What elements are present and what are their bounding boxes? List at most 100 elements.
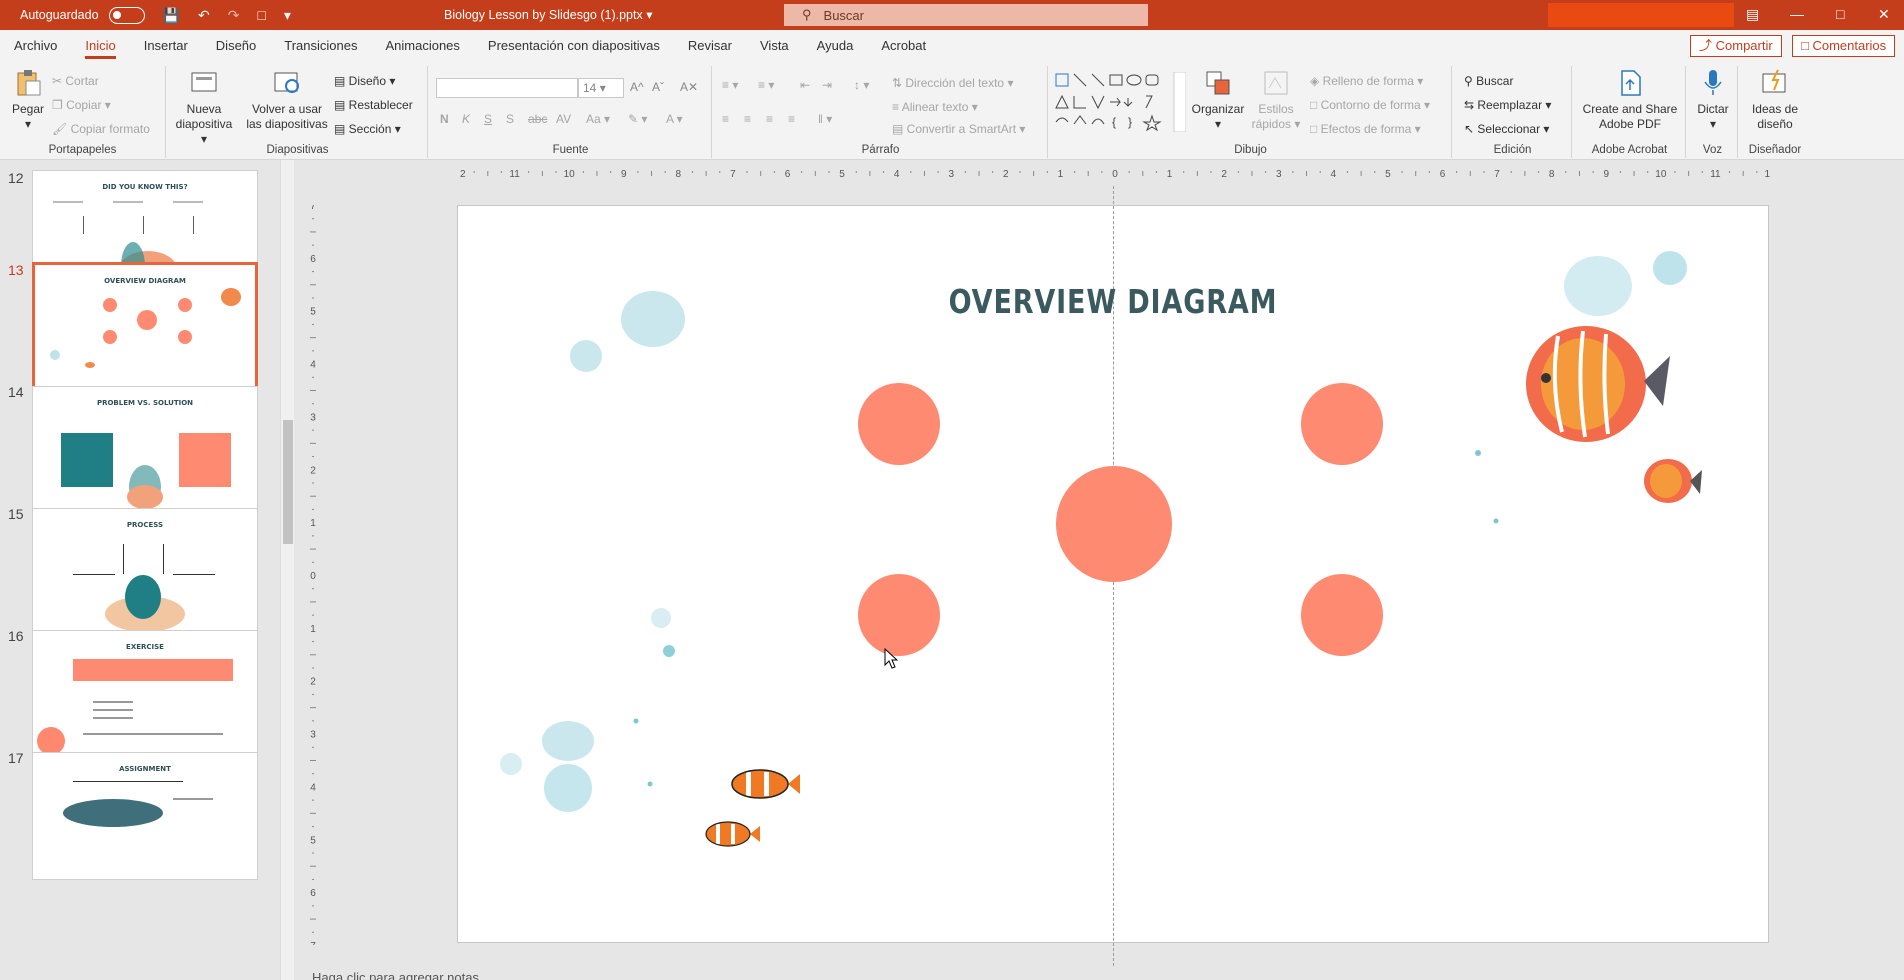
shape-effects-button[interactable]: □ Efectos de forma ▾ xyxy=(1310,122,1421,136)
bullets-icon[interactable]: ≡ ▾ xyxy=(722,78,738,92)
numbering-icon[interactable]: ≡ ▾ xyxy=(758,78,774,92)
share-button[interactable]: ⤴ Compartir xyxy=(1690,35,1782,57)
tab-revisar[interactable]: Revisar xyxy=(674,30,746,62)
clear-format-icon[interactable]: A✕ xyxy=(680,80,698,94)
spacing-icon[interactable]: AV xyxy=(556,112,571,126)
close-icon[interactable]: ✕ xyxy=(1878,6,1890,23)
create-pdf-button[interactable]: Create and Share Adobe PDF xyxy=(1576,68,1684,132)
ruler-label: 1 xyxy=(1058,169,1064,180)
decrease-indent-icon[interactable]: ⇤ xyxy=(800,78,810,92)
ruler-tick xyxy=(310,654,316,656)
shapes-gallery[interactable]: { } xyxy=(1054,72,1186,132)
reset-button[interactable]: ▤ Restablecer xyxy=(334,98,413,112)
tab-insertar[interactable]: Insertar xyxy=(130,30,202,62)
ruler-tick xyxy=(312,376,314,378)
tab-diseno[interactable]: Diseño xyxy=(202,30,270,62)
save-icon[interactable]: 💾 xyxy=(163,7,180,24)
decrease-font-icon[interactable]: Aˇ xyxy=(652,80,664,94)
find-button[interactable]: ⚲ Buscar xyxy=(1464,74,1513,88)
copy-button[interactable]: ❐ Copiar ▾ xyxy=(52,98,111,112)
font-color-icon[interactable]: A ▾ xyxy=(666,112,683,126)
justify-icon[interactable]: ≡ xyxy=(788,112,795,126)
tab-animaciones[interactable]: Animaciones xyxy=(371,30,473,62)
select-button[interactable]: ↖ Seleccionar ▾ xyxy=(1464,122,1549,136)
comments-button[interactable]: □ Comentarios xyxy=(1792,35,1896,57)
thumbnail-slide-13[interactable]: OVERVIEW DIAGRAM xyxy=(32,262,258,396)
document-title[interactable]: Biology Lesson by Slidesgo (1).pptx ▾ xyxy=(444,7,652,22)
group-label-disenador: Diseñador xyxy=(1748,144,1802,156)
dictate-button[interactable]: Dictar ▾ xyxy=(1688,68,1738,132)
tab-archivo[interactable]: Archivo xyxy=(0,30,71,62)
ruler-label: 11 xyxy=(509,169,520,180)
font-size-input[interactable]: 14 ▾ xyxy=(578,78,624,98)
tab-transiciones[interactable]: Transiciones xyxy=(270,30,371,62)
align-right-icon[interactable]: ≡ xyxy=(766,112,773,126)
ruler-tick xyxy=(312,561,314,563)
quick-styles-button[interactable]: Estilos rápidos ▾ xyxy=(1248,68,1304,132)
format-painter-button[interactable]: 🖌 Copiar formato xyxy=(52,122,150,136)
tab-acrobat[interactable]: Acrobat xyxy=(867,30,940,62)
align-left-icon[interactable]: ≡ xyxy=(722,112,729,126)
thumbnail-graphic xyxy=(37,659,233,755)
slide-canvas[interactable]: OVERVIEW DIAGRAM xyxy=(457,186,1769,966)
customize-qat-icon[interactable]: ▾ xyxy=(284,7,291,24)
smartart-button[interactable]: ▤ Convertir a SmartArt ▾ xyxy=(892,122,1025,136)
tab-vista[interactable]: Vista xyxy=(746,30,803,62)
redo-icon[interactable]: ↷ xyxy=(228,7,240,24)
arrange-button[interactable]: Organizar ▾ xyxy=(1190,68,1246,132)
ruler-tick xyxy=(1469,171,1471,176)
thumbnail-scrollbar[interactable] xyxy=(280,160,294,980)
columns-icon[interactable]: ‖ ▾ xyxy=(818,112,832,126)
search-box[interactable]: ⚲ Buscar xyxy=(784,4,1148,26)
search-placeholder: Buscar xyxy=(823,7,864,23)
layout-button[interactable]: ▤ Diseño ▾ xyxy=(334,74,395,88)
editor-scrollbar[interactable] xyxy=(1890,160,1904,980)
increase-indent-icon[interactable]: ⇥ xyxy=(822,78,832,92)
ruler-tick xyxy=(937,171,939,173)
align-text-button[interactable]: ≡ Alinear texto ▾ xyxy=(892,100,978,114)
replace-button[interactable]: ⇆ Reemplazar ▾ xyxy=(1464,98,1551,112)
ruler-tick xyxy=(312,773,314,775)
thumbnail-scrollbar-thumb[interactable] xyxy=(283,420,293,544)
undo-icon[interactable]: ↶ xyxy=(198,7,210,24)
thumbnail-graphic xyxy=(50,288,241,368)
ruler-label: 9 xyxy=(1603,169,1609,180)
shape-outline-button[interactable]: □ Contorno de forma ▾ xyxy=(1310,98,1430,112)
present-icon[interactable]: □ xyxy=(257,7,265,23)
shape-fill-button[interactable]: ◈ Relleno de forma ▾ xyxy=(1310,74,1423,88)
ruler-tick xyxy=(1360,171,1362,176)
cut-button[interactable]: ✂ Cortar xyxy=(52,74,99,88)
ruler-tick xyxy=(312,588,314,590)
tab-presentacion[interactable]: Presentación con diapositivas xyxy=(474,30,674,62)
font-name-input[interactable] xyxy=(436,78,578,98)
tab-ayuda[interactable]: Ayuda xyxy=(803,30,868,62)
strikethrough-icon[interactable]: abc xyxy=(528,112,547,126)
minimize-icon[interactable]: — xyxy=(1790,6,1804,22)
increase-font-icon[interactable]: A^ xyxy=(630,80,644,94)
section-button[interactable]: ▤ Sección ▾ xyxy=(334,122,401,136)
thumbnail-slide-16[interactable]: EXERCISE xyxy=(32,630,258,758)
underline-icon[interactable]: S xyxy=(484,112,492,126)
notes-pane[interactable]: Haga clic para agregar notas xyxy=(312,970,479,980)
highlight-icon[interactable]: ✎ ▾ xyxy=(628,112,647,126)
bold-icon[interactable]: N xyxy=(440,112,449,126)
line-spacing-icon[interactable]: ↕ ▾ xyxy=(854,78,869,92)
ribbon-display-icon[interactable]: ▤ xyxy=(1746,6,1759,23)
design-ideas-button[interactable]: Ideas de diseño xyxy=(1740,68,1810,132)
case-icon[interactable]: Aa ▾ xyxy=(586,112,610,126)
thumbnail-slide-15[interactable]: PROCESS xyxy=(32,508,258,636)
maximize-icon[interactable]: □ xyxy=(1836,6,1844,22)
text-direction-button[interactable]: ⇅ Dirección del texto ▾ xyxy=(892,76,1013,90)
paste-button[interactable]: Pegar ▾ xyxy=(6,68,50,132)
reuse-slides-button[interactable]: Volver a usar las diapositivas xyxy=(246,68,328,132)
thumbnail-slide-14[interactable]: PROBLEM VS. SOLUTION xyxy=(32,386,258,514)
thumbnail-slide-17[interactable]: ASSIGNMENT xyxy=(32,752,258,880)
align-center-icon[interactable]: ≡ xyxy=(744,112,751,126)
new-slide-button[interactable]: Nueva diapositiva ▾ xyxy=(174,68,234,147)
tab-inicio[interactable]: Inicio xyxy=(71,30,129,62)
autosave-toggle[interactable] xyxy=(108,6,145,24)
italic-icon[interactable]: K xyxy=(462,112,470,126)
account-area[interactable] xyxy=(1548,3,1734,27)
group-label-portapapeles: Portapapeles xyxy=(48,144,117,156)
shadow-icon[interactable]: S xyxy=(506,112,514,126)
